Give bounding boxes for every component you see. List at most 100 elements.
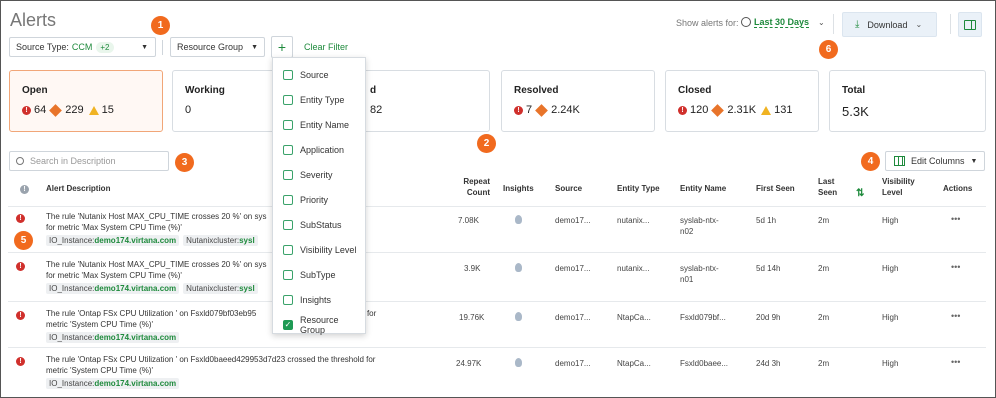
more-actions-icon[interactable]: •••: [951, 357, 960, 368]
checkbox-icon[interactable]: [283, 244, 293, 255]
filter-option-source[interactable]: Source: [273, 62, 365, 87]
card-closed[interactable]: Closed ! 120 2.31K 131: [665, 70, 819, 132]
column-header-last-seen[interactable]: Last Seen: [818, 176, 840, 198]
panel-toggle-button[interactable]: [958, 12, 982, 37]
source-type-extra-badge: +2: [96, 41, 114, 53]
first-seen-cell: 5d 14h: [756, 264, 781, 273]
critical-count: 64: [34, 104, 47, 116]
tag-io-instance: IO_Instance:demo174.virtana.com: [46, 283, 180, 294]
source-type-filter[interactable]: Source Type: CCM +2 ▼: [9, 37, 156, 57]
chevron-down-icon: ⌄: [915, 20, 923, 29]
more-actions-icon[interactable]: •••: [951, 214, 960, 225]
last-seen-cell: 2m: [818, 264, 830, 273]
checkbox-icon[interactable]: [283, 144, 293, 155]
warning-icon: [761, 105, 772, 115]
critical-count: 120: [690, 104, 709, 116]
tag-nutanix-cluster: Nutanixcluster:sysl: [183, 235, 258, 246]
tag-key: Nutanixcluster:: [186, 236, 240, 245]
alert-description-line2: metric 'System CPU Time (%)': [46, 320, 154, 329]
column-header-repeat-count[interactable]: Repeat Count: [446, 176, 490, 198]
clear-filter-link[interactable]: Clear Filter: [304, 42, 348, 52]
search-input[interactable]: Search in Description: [9, 151, 169, 171]
visibility-cell: High: [882, 313, 899, 322]
callout-6: 6: [819, 40, 838, 59]
entity-name-cell: syslab-ntx-n01: [680, 263, 719, 285]
insight-bulb-icon[interactable]: [515, 215, 522, 224]
panel-icon: [964, 19, 976, 30]
chevron-down-icon: ▼: [141, 43, 148, 51]
table-row[interactable]: ! The rule 'Nutanix Host MAX_CPU_TIME cr…: [8, 252, 986, 298]
sort-icon[interactable]: ⇅: [856, 188, 864, 199]
column-header-actions: Actions: [943, 184, 973, 193]
filter-option-entity-name[interactable]: Entity Name: [273, 112, 365, 137]
column-header-description[interactable]: Alert Description: [46, 183, 110, 194]
insight-bulb-icon[interactable]: [515, 312, 522, 321]
callout-5: 5: [14, 231, 33, 250]
card-total[interactable]: Total 5.3K: [829, 70, 986, 132]
column-header-entity-type[interactable]: Entity Type: [617, 183, 660, 194]
critical-icon: !: [22, 105, 31, 115]
checkbox-checked-icon[interactable]: ✓: [283, 319, 293, 330]
more-actions-icon[interactable]: •••: [951, 262, 960, 273]
card-open[interactable]: Open ! 64 229 15: [9, 70, 163, 132]
card-resolved[interactable]: Resolved ! 7 2.24K: [501, 70, 655, 132]
filter-option-subtype[interactable]: SubType: [273, 262, 365, 287]
columns-icon: [894, 156, 905, 166]
source-cell: demo17...: [555, 264, 591, 273]
chevron-down-icon[interactable]: ⌄: [818, 18, 825, 27]
checkbox-icon[interactable]: [283, 94, 293, 105]
checkbox-icon[interactable]: [283, 219, 293, 230]
critical-icon: !: [514, 105, 523, 115]
tag-value: demo174.virtana.com: [94, 333, 177, 342]
callout-3: 3: [175, 153, 194, 172]
major-count: 2.24K: [551, 104, 580, 116]
insight-bulb-icon[interactable]: [515, 358, 522, 367]
column-header-visibility[interactable]: Visibility Level: [882, 176, 922, 198]
column-header-first-seen[interactable]: First Seen: [756, 183, 795, 194]
checkbox-icon[interactable]: [283, 169, 293, 180]
checkbox-icon[interactable]: [283, 119, 293, 130]
filter-option-entity-type[interactable]: Entity Type: [273, 87, 365, 112]
checkbox-icon[interactable]: [283, 69, 293, 80]
repeat-count: 3.9K: [464, 264, 481, 273]
more-actions-icon[interactable]: •••: [951, 311, 960, 322]
checkbox-icon[interactable]: [283, 194, 293, 205]
filter-option-resource-group[interactable]: ✓ Resource Group: [273, 312, 365, 337]
download-button[interactable]: ⤓ Download ⌄: [842, 12, 937, 37]
critical-icon: !: [16, 262, 25, 271]
chevron-down-icon: ▼: [251, 43, 258, 51]
edit-columns-button[interactable]: Edit Columns ▼: [885, 151, 985, 171]
checkbox-icon[interactable]: [283, 269, 293, 280]
alert-description: The rule 'Nutanix Host MAX_CPU_TIME cros…: [46, 260, 267, 269]
source-type-label: Source Type:: [16, 42, 69, 52]
insight-bulb-icon[interactable]: [515, 263, 522, 272]
entity-type-cell: nutanix...: [617, 264, 650, 273]
filter-option-visibility-level[interactable]: Visibility Level: [273, 237, 365, 262]
filter-option-insights[interactable]: Insights: [273, 287, 365, 312]
add-filter-button[interactable]: +: [271, 36, 293, 58]
edit-columns-label: Edit Columns: [911, 156, 965, 166]
filter-option-severity[interactable]: Severity: [273, 162, 365, 187]
table-row[interactable]: ! The rule 'Ontap FSx CPU Utilization ' …: [8, 301, 986, 347]
filter-option-application[interactable]: Application: [273, 137, 365, 162]
last-seen-cell: 2m: [818, 216, 830, 225]
first-seen-cell: 24d 3h: [756, 359, 781, 368]
table-row[interactable]: ! The rule 'Ontap FSx CPU Utilization ' …: [8, 347, 986, 393]
download-label: Download: [867, 19, 908, 30]
column-header-source[interactable]: Source: [555, 183, 582, 194]
date-range-selector[interactable]: Last 30 Days: [754, 17, 810, 28]
source-cell: demo17...: [555, 216, 591, 225]
filter-option-priority[interactable]: Priority: [273, 187, 365, 212]
callout-2: 2: [477, 134, 496, 153]
column-header-entity-name[interactable]: Entity Name: [680, 183, 726, 194]
first-seen-cell: 5d 1h: [756, 216, 777, 225]
column-header-insights[interactable]: Insights: [503, 183, 534, 194]
card-title: d: [370, 85, 377, 96]
table-row[interactable]: ! The rule 'Nutanix Host MAX_CPU_TIME cr…: [8, 206, 986, 252]
resource-group-label: Resource Group: [177, 42, 244, 52]
filter-option-substatus[interactable]: SubStatus: [273, 212, 365, 237]
resource-group-filter[interactable]: Resource Group ▼: [170, 37, 265, 57]
page-title: Alerts: [10, 10, 57, 30]
divider: [162, 40, 163, 55]
checkbox-icon[interactable]: [283, 294, 293, 305]
